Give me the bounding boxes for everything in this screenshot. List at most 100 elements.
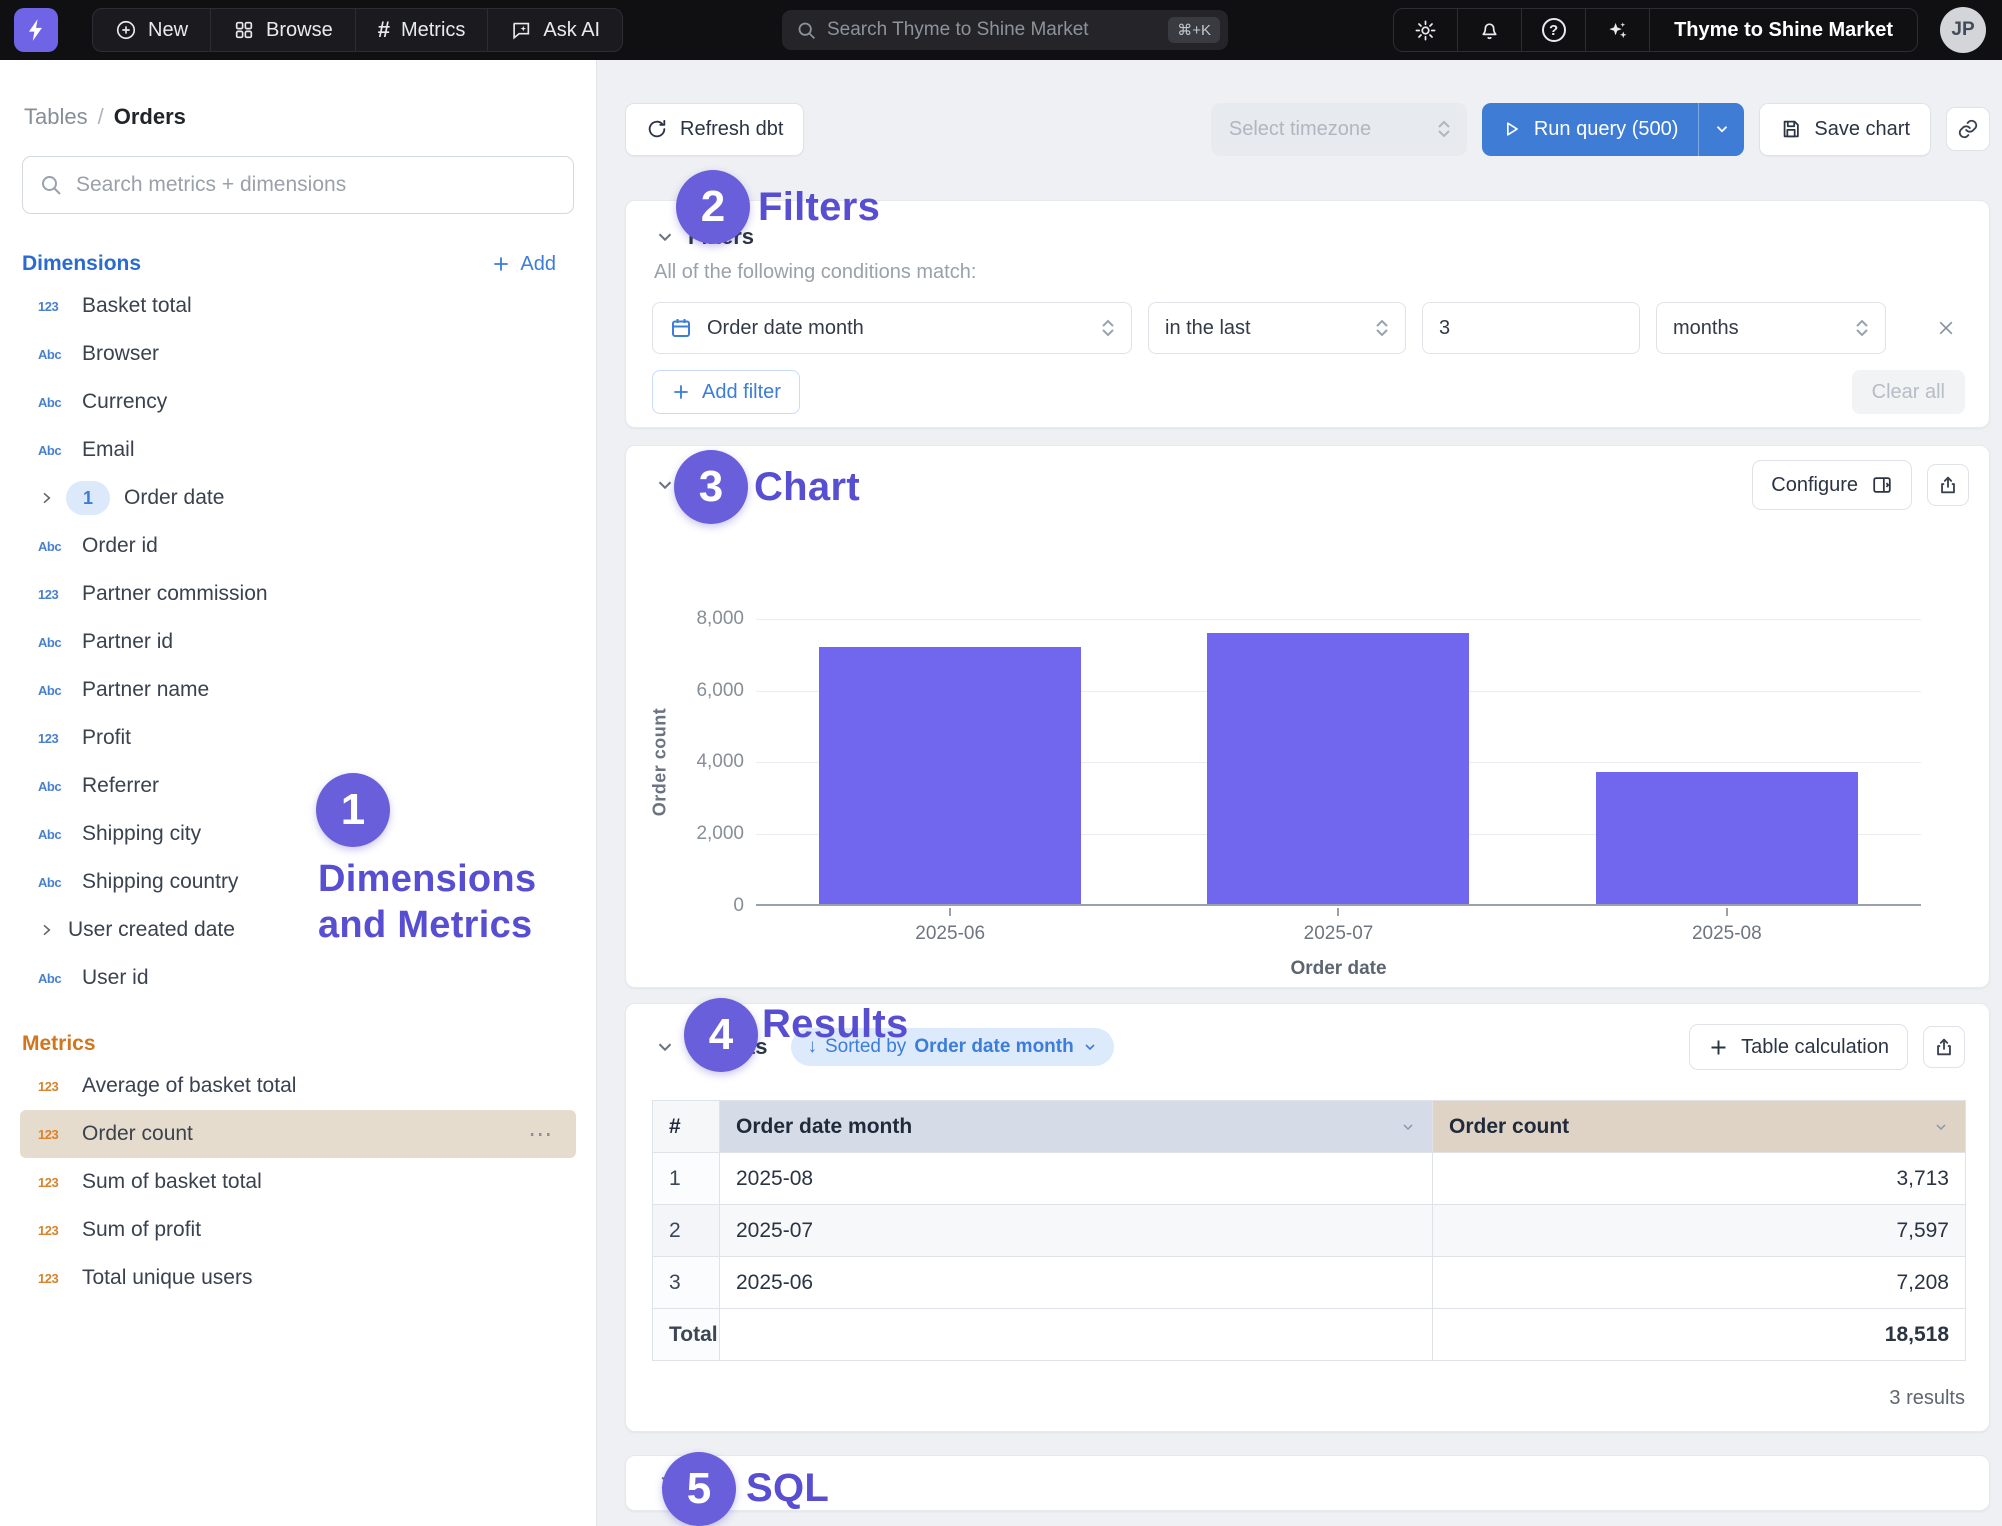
export-results-button[interactable] bbox=[1923, 1026, 1965, 1068]
help-button[interactable]: ? bbox=[1522, 9, 1586, 51]
column-header-order-count[interactable]: Order count bbox=[1433, 1101, 1966, 1153]
sidebar-item-user-created-date[interactable]: User created date bbox=[0, 906, 596, 954]
order-date-month-cell: 2025-08 bbox=[720, 1153, 1433, 1205]
close-icon bbox=[1936, 318, 1956, 338]
table-row: 3 2025-06 7,208 bbox=[653, 1257, 1966, 1309]
sidebar-item-partner-name[interactable]: Abc Partner name bbox=[0, 666, 596, 714]
user-avatar[interactable]: JP bbox=[1940, 7, 1986, 53]
nav-item-new[interactable]: New bbox=[93, 9, 211, 51]
sidebar-item-total-unique-users[interactable]: 123 Total unique users bbox=[0, 1254, 596, 1302]
string-type-icon: Abc bbox=[38, 443, 68, 458]
results-table: # Order date month Order count 1 2025-08… bbox=[652, 1100, 1966, 1361]
sidebar-item-shipping-city[interactable]: Abc Shipping city bbox=[0, 810, 596, 858]
filter-unit-select[interactable]: months bbox=[1656, 302, 1886, 354]
sidebar-item-order-count-selected[interactable]: 123 Order count ⋯ bbox=[20, 1110, 576, 1158]
filters-footer-row: Add filter Clear all bbox=[652, 370, 1965, 414]
filter-value-input[interactable] bbox=[1422, 302, 1640, 354]
number-type-icon: 123 bbox=[38, 1175, 68, 1190]
bar-slot bbox=[1533, 619, 1921, 904]
sorted-by-pill[interactable]: ↓ Sorted by Order date month bbox=[791, 1028, 1113, 1066]
sidebar-item-sum-of-profit[interactable]: 123 Sum of profit bbox=[0, 1206, 596, 1254]
field-options-menu-button[interactable]: ⋯ bbox=[528, 1120, 554, 1149]
filters-section-header[interactable]: Filters bbox=[652, 217, 1965, 257]
sidebar-item-profit[interactable]: 123 Profit bbox=[0, 714, 596, 762]
chevron-down-icon[interactable] bbox=[652, 472, 678, 498]
breadcrumb-tables-link[interactable]: Tables bbox=[24, 104, 88, 130]
ai-sparkles-button[interactable] bbox=[1586, 9, 1650, 51]
number-type-icon: 123 bbox=[38, 587, 68, 602]
results-table-header-row: # Order date month Order count bbox=[653, 1101, 1966, 1153]
tick-mark bbox=[949, 908, 951, 916]
sidebar-item-order-id[interactable]: Abc Order id bbox=[0, 522, 596, 570]
sidebar-item-user-id[interactable]: Abc User id bbox=[0, 954, 596, 1002]
chevron-down-icon[interactable] bbox=[652, 1034, 678, 1060]
filter-value-field[interactable] bbox=[1423, 303, 1640, 353]
sidebar-item-average-of-basket-total[interactable]: 123 Average of basket total bbox=[0, 1062, 596, 1110]
filter-operator-select[interactable]: in the last bbox=[1148, 302, 1406, 354]
chevron-right-icon[interactable] bbox=[652, 1470, 678, 1496]
timezone-select[interactable]: Select timezone bbox=[1211, 103, 1467, 156]
sidebar-item-order-date[interactable]: 1 Order date bbox=[0, 474, 596, 522]
y-axis-tick-label: 0 bbox=[626, 895, 744, 917]
settings-button[interactable] bbox=[1394, 9, 1458, 51]
add-filter-button[interactable]: Add filter bbox=[652, 370, 800, 414]
field-label: Shipping city bbox=[82, 822, 201, 846]
field-label: Partner id bbox=[82, 630, 173, 654]
save-icon bbox=[1780, 118, 1802, 140]
refresh-dbt-button[interactable]: Refresh dbt bbox=[625, 103, 804, 156]
fields-search-input[interactable] bbox=[76, 173, 557, 197]
notifications-button[interactable] bbox=[1458, 9, 1522, 51]
sidebar-item-currency[interactable]: Abc Currency bbox=[0, 378, 596, 426]
bar-2025-06[interactable] bbox=[819, 647, 1081, 904]
filter-field-select[interactable]: Order date month bbox=[652, 302, 1132, 354]
configure-chart-button[interactable]: Configure bbox=[1752, 460, 1912, 510]
nav-item-metrics[interactable]: # Metrics bbox=[356, 9, 489, 51]
export-chart-button[interactable] bbox=[1927, 464, 1969, 506]
column-header-order-date-month[interactable]: Order date month bbox=[720, 1101, 1433, 1153]
sidebar-item-browser[interactable]: Abc Browser bbox=[0, 330, 596, 378]
chevron-down-icon[interactable] bbox=[652, 224, 678, 250]
clear-all-filters-button[interactable]: Clear all bbox=[1852, 370, 1965, 414]
app-logo[interactable] bbox=[14, 8, 58, 52]
sidebar-item-sum-of-basket-total[interactable]: 123 Sum of basket total bbox=[0, 1158, 596, 1206]
run-query-options-button[interactable] bbox=[1698, 103, 1744, 156]
run-query-button[interactable]: Run query (500) bbox=[1482, 103, 1745, 156]
row-number-header: # bbox=[653, 1101, 720, 1153]
sql-section[interactable]: SQL bbox=[625, 1455, 1990, 1511]
select-chevrons-icon bbox=[1373, 318, 1391, 338]
global-search-input[interactable] bbox=[827, 19, 1158, 41]
field-label: Shipping country bbox=[82, 870, 238, 894]
number-type-icon: 123 bbox=[38, 299, 68, 314]
copy-link-button[interactable] bbox=[1946, 107, 1990, 151]
x-axis-tick: 2025-08 bbox=[1533, 908, 1921, 945]
global-search[interactable]: ⌘+K bbox=[782, 10, 1228, 50]
plus-circle-icon bbox=[115, 19, 137, 41]
plus-icon bbox=[671, 382, 691, 402]
bar-2025-07[interactable] bbox=[1207, 633, 1469, 904]
sidebar-item-partner-commission[interactable]: 123 Partner commission bbox=[0, 570, 596, 618]
field-label: User id bbox=[82, 966, 149, 990]
fields-search[interactable] bbox=[22, 156, 574, 214]
sidebar-item-referrer[interactable]: Abc Referrer bbox=[0, 762, 596, 810]
nav-item-browse[interactable]: Browse bbox=[211, 9, 356, 51]
primary-nav-group: New Browse # Metrics Ask AI bbox=[92, 8, 623, 52]
save-chart-button[interactable]: Save chart bbox=[1759, 103, 1931, 156]
tick-mark bbox=[1337, 908, 1339, 916]
bar-2025-08[interactable] bbox=[1596, 772, 1858, 904]
string-type-icon: Abc bbox=[38, 539, 68, 554]
string-type-icon: Abc bbox=[38, 971, 68, 986]
org-switcher-button[interactable]: Thyme to Shine Market bbox=[1650, 9, 1917, 51]
run-query-main[interactable]: Run query (500) bbox=[1482, 103, 1699, 156]
query-toolbar: Refresh dbt Select timezone Run query (5… bbox=[625, 100, 1990, 158]
filters-title: Filters bbox=[688, 224, 754, 250]
nav-item-ask-ai[interactable]: Ask AI bbox=[488, 9, 622, 51]
add-dimension-button[interactable]: Add bbox=[491, 253, 556, 276]
sidebar-item-email[interactable]: Abc Email bbox=[0, 426, 596, 474]
table-calculation-button[interactable]: Table calculation bbox=[1689, 1024, 1908, 1070]
sidebar-item-shipping-country[interactable]: Abc Shipping country bbox=[0, 858, 596, 906]
remove-filter-button[interactable] bbox=[1927, 309, 1965, 347]
field-label: Order id bbox=[82, 534, 158, 558]
sidebar-item-basket-total[interactable]: 123 Basket total bbox=[0, 282, 596, 330]
grid-icon bbox=[233, 19, 255, 41]
sidebar-item-partner-id[interactable]: Abc Partner id bbox=[0, 618, 596, 666]
